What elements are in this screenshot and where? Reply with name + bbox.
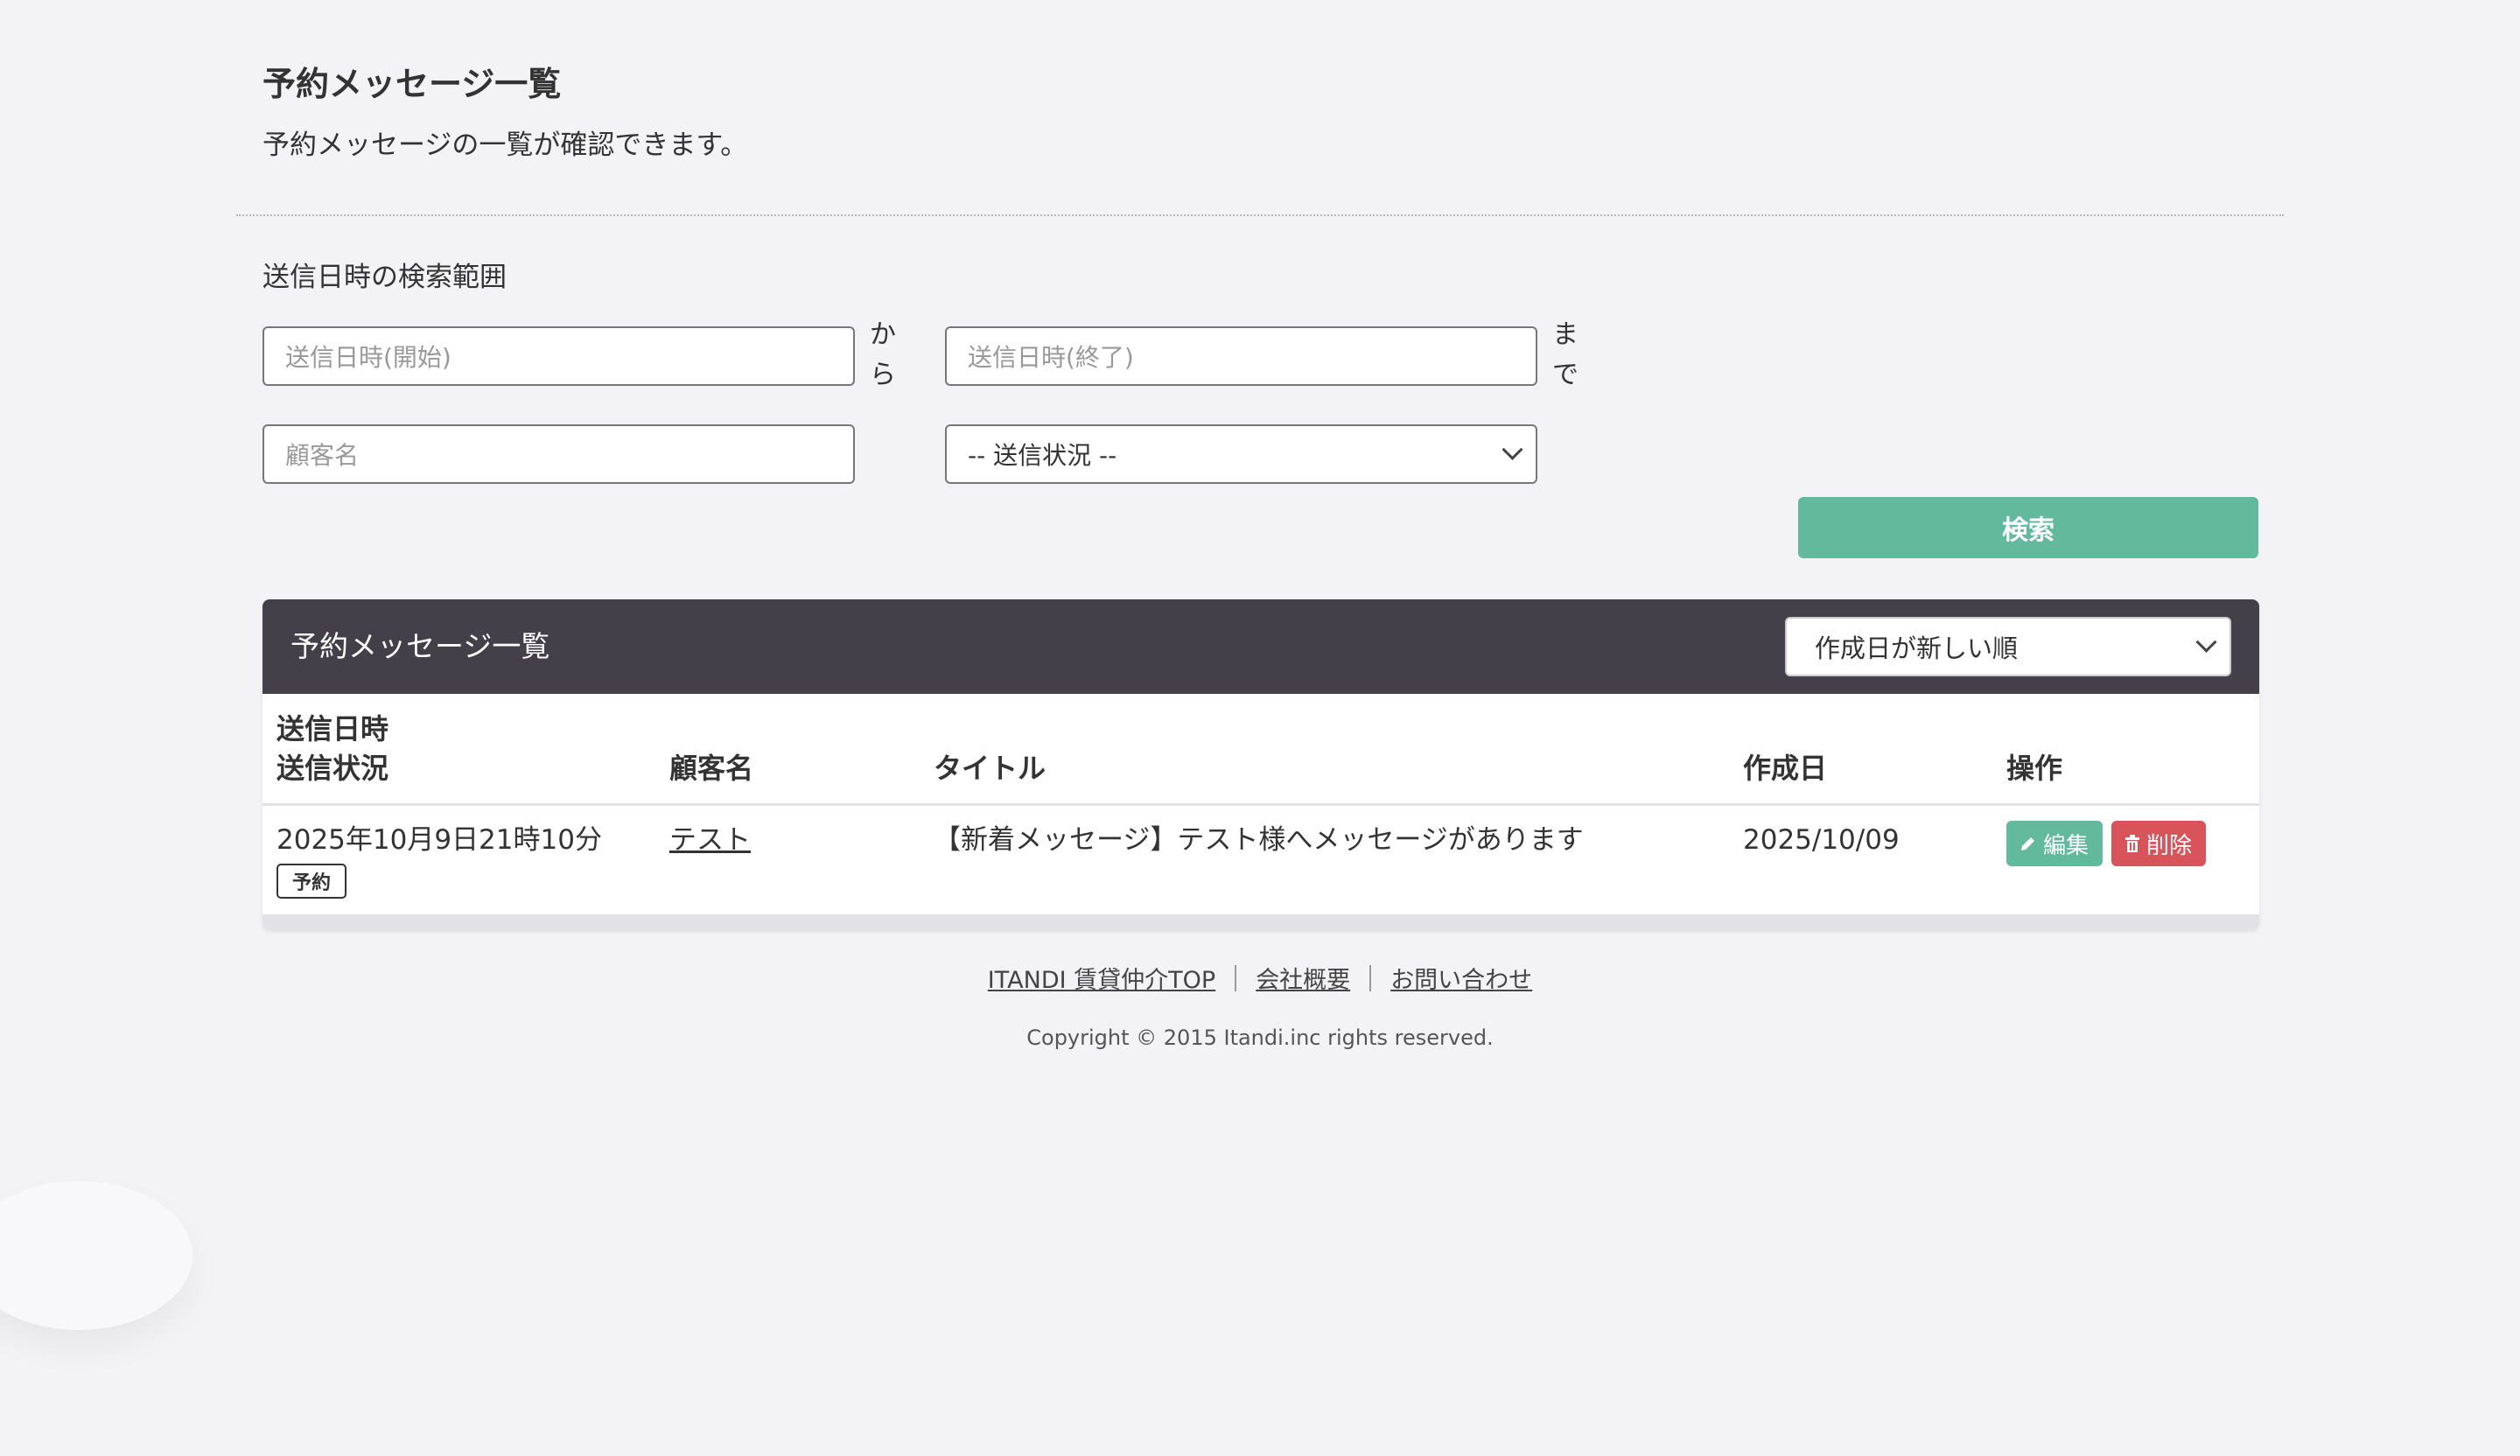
footer-separator <box>1369 964 1372 991</box>
column-header-customer: 顧客名 <box>669 752 754 785</box>
start-datetime-input[interactable]: 送信日時(開始) <box>262 326 855 386</box>
send-status-select[interactable]: -- 送信状況 -- <box>945 424 1537 484</box>
end-datetime-placeholder: 送信日時(終了) <box>968 343 1134 372</box>
header-divider <box>262 803 2259 806</box>
floating-chat-widget[interactable] <box>0 1181 192 1330</box>
customer-name-input[interactable]: 顧客名 <box>262 424 855 484</box>
chevron-down-icon <box>2195 631 2217 653</box>
panel-title: 予約メッセージ一覧 <box>290 629 550 663</box>
column-header-title: タイトル <box>934 752 1046 785</box>
page-subtitle: 予約メッセージの一覧が確認できます。 <box>262 130 748 161</box>
row-sent-at: 2025年10月9日21時10分 <box>276 824 602 856</box>
page-header: 予約メッセージ一覧 予約メッセージの一覧が確認できます。 <box>262 61 747 164</box>
column-header-actions: 操作 <box>2006 752 2063 785</box>
divider <box>236 214 2284 216</box>
footer-link-contact[interactable]: お問い合わせ <box>1390 961 1532 995</box>
send-status-selected: -- 送信状況 -- <box>968 441 1117 470</box>
sort-select[interactable]: 作成日が新しい順 <box>1785 617 2231 676</box>
footer-link-company[interactable]: 会社概要 <box>1256 961 1350 995</box>
panel-header: 予約メッセージ一覧 作成日が新しい順 <box>262 599 2259 694</box>
row-title: 【新着メッセージ】テスト様へメッセージがあります <box>934 824 1584 856</box>
sort-selected: 作成日が新しい順 <box>1815 634 2019 663</box>
pencil-icon <box>2021 837 2034 850</box>
row-customer-link[interactable]: テスト <box>669 820 751 860</box>
search-button[interactable]: 検索 <box>1798 497 2258 558</box>
status-badge: 予約 <box>276 864 347 899</box>
copyright: Copyright © 2015 Itandi.inc rights reser… <box>1026 1026 1494 1050</box>
column-header-sent-at: 送信日時 <box>276 712 389 746</box>
column-header-created: 作成日 <box>1743 752 1828 785</box>
column-header-status: 送信状況 <box>276 752 389 785</box>
footer-separator <box>1235 964 1237 991</box>
message-list-panel: 予約メッセージ一覧 作成日が新しい順 送信日時 送信状況 顧客名 タイトル 作成… <box>262 599 2259 930</box>
edit-label: 編集 <box>2043 832 2090 859</box>
until-label: まで <box>1552 319 1578 390</box>
edit-button[interactable]: 編集 <box>2006 821 2103 866</box>
customer-name-placeholder: 顧客名 <box>285 441 360 470</box>
delete-label: 削除 <box>2146 832 2193 859</box>
search-range-label: 送信日時の検索範囲 <box>262 262 507 293</box>
page-title: 予約メッセージ一覧 <box>262 65 562 103</box>
end-datetime-input[interactable]: 送信日時(終了) <box>945 326 1537 386</box>
delete-button[interactable]: 削除 <box>2111 821 2206 866</box>
trash-icon <box>2125 835 2139 852</box>
footer-link-itandi-top[interactable]: ITANDI 賃貸仲介TOP <box>988 961 1215 995</box>
row-created: 2025/10/09 <box>1743 824 1900 856</box>
chevron-down-icon <box>1502 438 1523 460</box>
horizontal-scrollbar[interactable] <box>262 914 2259 930</box>
from-label: から <box>870 319 896 390</box>
footer-links: ITANDI 賃貸仲介TOP 会社概要 お問い合わせ <box>0 961 2520 995</box>
start-datetime-placeholder: 送信日時(開始) <box>285 343 452 372</box>
